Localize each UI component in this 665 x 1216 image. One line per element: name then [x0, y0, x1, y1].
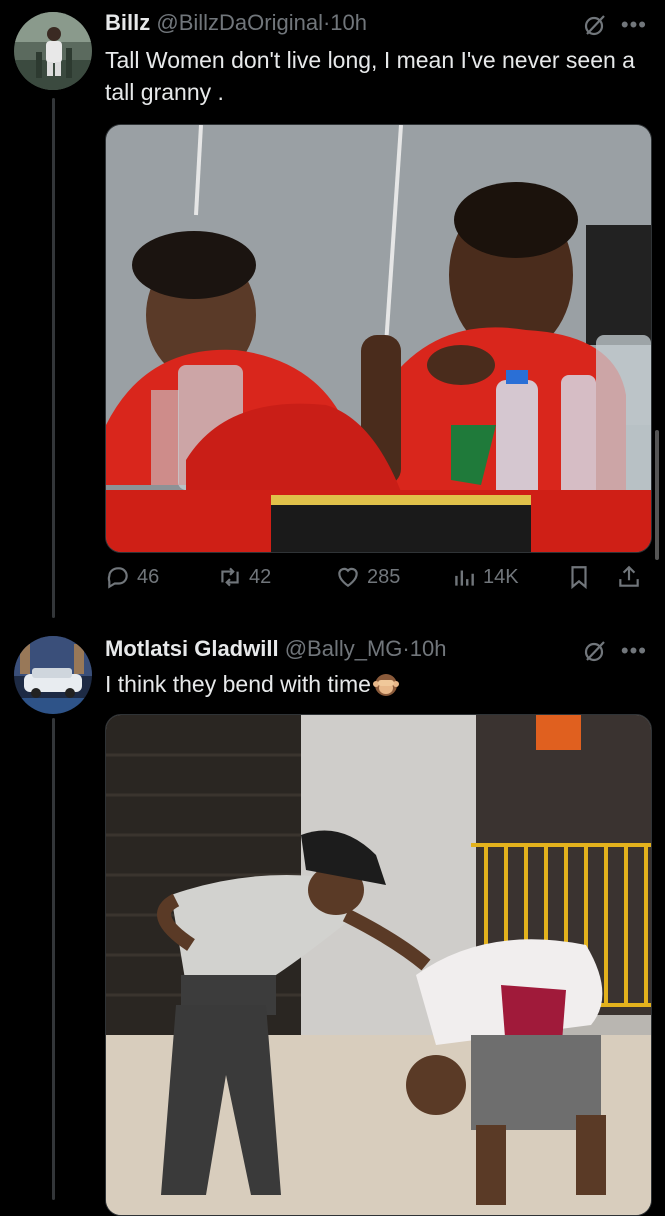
share-button[interactable]	[616, 564, 646, 590]
photo-two-men-at-table	[106, 125, 651, 552]
post-text: Tall Women don't live long, I mean I've …	[105, 47, 635, 105]
views-button[interactable]: 14K	[451, 564, 566, 590]
post-top-actions: •••	[583, 12, 647, 38]
repost-button[interactable]: 42	[217, 564, 335, 590]
reply-icon	[107, 567, 128, 589]
author-handle[interactable]: @BillzDaOriginal	[156, 10, 323, 35]
post-billz[interactable]: Billz @BillzDaOriginal·10h ••• Tall Wome…	[0, 0, 665, 620]
scrollbar[interactable]	[655, 430, 659, 560]
bookmark-icon	[571, 566, 587, 590]
author-name[interactable]: Billz	[105, 10, 150, 35]
grok-icon[interactable]	[583, 13, 607, 37]
views-icon	[455, 570, 474, 586]
like-button[interactable]: 285	[335, 564, 451, 590]
post-image[interactable]	[105, 714, 652, 1216]
post-text: I think they bend with time	[105, 668, 645, 700]
post-top-actions: •••	[583, 638, 647, 664]
post-image[interactable]	[105, 124, 652, 553]
more-icon[interactable]: •••	[621, 638, 647, 664]
separator-dot: ·	[402, 636, 410, 661]
post-motlatsi[interactable]: Motlatsi Gladwill @Bally_MG·10h ••• I th…	[0, 620, 665, 1216]
views-count: 14K	[483, 565, 519, 588]
author-name[interactable]: Motlatsi Gladwill	[105, 636, 279, 661]
reply-count: 46	[137, 565, 160, 588]
more-icon[interactable]: •••	[621, 12, 647, 38]
grok-icon[interactable]	[583, 639, 607, 663]
post-header: Billz @BillzDaOriginal·10h	[105, 10, 367, 36]
reply-button[interactable]: 46	[105, 564, 217, 590]
share-icon	[619, 565, 639, 587]
avatar[interactable]	[14, 636, 92, 714]
repost-count: 42	[249, 565, 272, 588]
like-icon	[338, 567, 358, 587]
author-handle[interactable]: @Bally_MG	[285, 636, 403, 661]
post-header: Motlatsi Gladwill @Bally_MG·10h	[105, 636, 446, 662]
post-text-content: I think they bend with time	[105, 671, 371, 697]
like-count: 285	[367, 565, 401, 588]
bookmark-button[interactable]	[566, 564, 616, 590]
avatar[interactable]	[14, 12, 92, 90]
see-no-evil-monkey-emoji	[372, 674, 399, 696]
repost-icon	[221, 567, 239, 587]
post-actions: 46 42 285 14K	[105, 564, 650, 590]
photo-two-men-bending	[106, 715, 651, 1215]
post-time[interactable]: 10h	[410, 636, 447, 661]
post-time[interactable]: 10h	[330, 10, 367, 35]
